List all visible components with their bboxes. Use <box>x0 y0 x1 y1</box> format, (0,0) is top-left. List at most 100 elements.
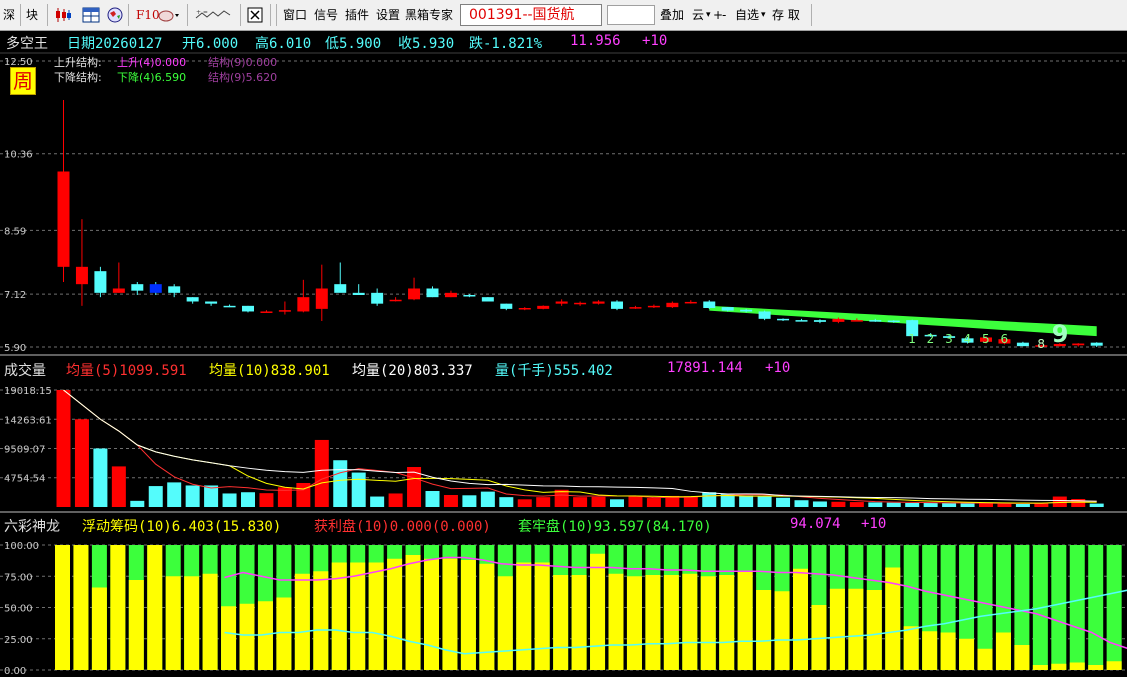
candle-body <box>611 301 623 309</box>
toolbar-divider <box>128 4 129 26</box>
candle-body <box>813 320 826 322</box>
volume-bar <box>886 502 901 507</box>
volume-bar <box>148 486 163 507</box>
candle-body <box>1016 342 1029 347</box>
close-window-icon[interactable] <box>246 6 264 24</box>
menu-signal[interactable]: 信号 <box>314 5 338 25</box>
chip-tick-label: 25.00 <box>4 635 33 646</box>
menu-settings[interactable]: 设置 <box>376 5 400 25</box>
chip-bar-floating <box>479 563 495 670</box>
chip-extra-value: 94.074 <box>790 516 841 532</box>
chevron-down-icon: ▾ <box>761 10 766 20</box>
down-structure-band <box>709 305 1097 337</box>
candle-body <box>75 266 88 285</box>
chip-bar-floating <box>184 576 200 670</box>
chip-bar-floating <box>903 626 919 670</box>
volume-bar <box>739 495 754 507</box>
volume-bar <box>370 496 385 507</box>
chip-bar-floating <box>590 553 606 670</box>
candlestick-chart-icon[interactable] <box>54 6 72 24</box>
volume-bar <box>517 499 532 507</box>
volume-bar <box>130 500 145 507</box>
candle-body <box>149 284 162 293</box>
volume-bar <box>979 503 993 507</box>
extra-plus: +10 <box>642 33 668 49</box>
chart-area[interactable]: 12.5010.368.597.125.9019018.1514263.6195… <box>0 31 1127 677</box>
volume-bars-group <box>56 390 1104 507</box>
price-tick-label: 5.90 <box>4 343 26 354</box>
price-tick-label: 10.36 <box>4 150 33 161</box>
volume-bar <box>425 491 440 507</box>
candle-body <box>537 305 550 309</box>
candle-body <box>242 305 254 312</box>
candle-body <box>481 297 494 302</box>
menu-window[interactable]: 窗口 <box>283 5 307 25</box>
menu-save-load[interactable]: 存 取 <box>772 5 800 25</box>
chip-bar-floating <box>147 545 163 670</box>
volume-extra-value: 17891.144 <box>667 360 743 376</box>
down-value: 下降(4)6.590 <box>117 71 187 84</box>
count-9-label: 9 <box>1052 320 1069 348</box>
candle-body <box>647 305 660 308</box>
candle-body <box>1072 343 1085 346</box>
candle-body <box>574 302 587 305</box>
candle-body <box>371 292 384 304</box>
candle-body <box>555 301 568 304</box>
toolbar: 深 块 F10 + = 窗口 信号 插件 设置 黑箱专家 001391--国货航… <box>0 0 1127 31</box>
count-label: 3 <box>945 332 953 346</box>
menu-cloud[interactable]: 云 <box>692 5 704 25</box>
price-tick-label: 8.59 <box>4 226 26 237</box>
up-value: 上升(4)0.000 <box>117 56 187 69</box>
close-label: 收5.930 <box>398 36 455 52</box>
volume-bar <box>499 497 514 507</box>
menu-overlay[interactable]: 叠加 <box>660 5 684 25</box>
chip-bar-floating <box>239 603 255 670</box>
volume-bar <box>942 503 957 507</box>
volume-bar <box>93 448 108 507</box>
volume-ma-lines <box>63 389 1097 504</box>
zoom-out-button[interactable]: - <box>722 5 726 25</box>
candle-body <box>352 292 365 295</box>
menu-plugin[interactable]: 插件 <box>345 5 369 25</box>
shen-button[interactable]: 深 <box>3 5 15 25</box>
count-8-label: 8 <box>1037 337 1045 351</box>
volume-ma5: 均量(5)1099.591 <box>66 363 187 379</box>
chip-bar-floating <box>719 575 735 670</box>
svg-text:+ =: + = <box>196 9 208 16</box>
globe-icon[interactable] <box>106 6 124 24</box>
extra-value: 11.956 <box>570 33 621 49</box>
down-structure-label: 下降结构: <box>54 71 102 84</box>
volume-bar <box>536 497 551 507</box>
volume-bar <box>167 482 182 507</box>
count-label: 2 <box>927 332 935 346</box>
candle-body <box>112 288 125 293</box>
volume-ma20: 均量(20)803.337 <box>352 363 473 379</box>
candle-body <box>740 309 753 312</box>
table-icon[interactable] <box>82 6 100 24</box>
menu-blackbox-expert[interactable]: 黑箱专家 <box>405 5 453 25</box>
menu-watchlist[interactable]: 自选 <box>735 5 759 25</box>
candle-body <box>887 320 900 323</box>
candle-body <box>315 288 328 309</box>
stock-code-field[interactable]: 001391--国货航 <box>460 4 602 26</box>
change-label: 跌-1.821% <box>469 36 543 52</box>
f10-options-icon[interactable] <box>157 6 181 24</box>
kuai-button[interactable]: 块 <box>26 5 38 25</box>
volume-bar <box>56 390 71 507</box>
search-input[interactable] <box>607 5 655 25</box>
draw-line-icon[interactable]: + = <box>194 6 234 24</box>
chip-bar-floating <box>516 562 532 670</box>
green-band-area <box>709 305 1097 337</box>
candle-body <box>260 311 273 313</box>
volume-bar <box>314 439 329 507</box>
chip-bar-floating <box>73 545 89 670</box>
candle-body <box>463 295 476 297</box>
volume-tick-label: 9509.07 <box>4 445 45 456</box>
volume-bar <box>351 472 366 507</box>
chip-tick-label: 0.00 <box>4 666 26 677</box>
count-label: 4 <box>964 332 972 346</box>
volume-bar <box>610 499 624 507</box>
chip-bar-floating <box>977 648 993 670</box>
candle-body <box>186 297 199 302</box>
volume-bar <box>241 492 255 507</box>
